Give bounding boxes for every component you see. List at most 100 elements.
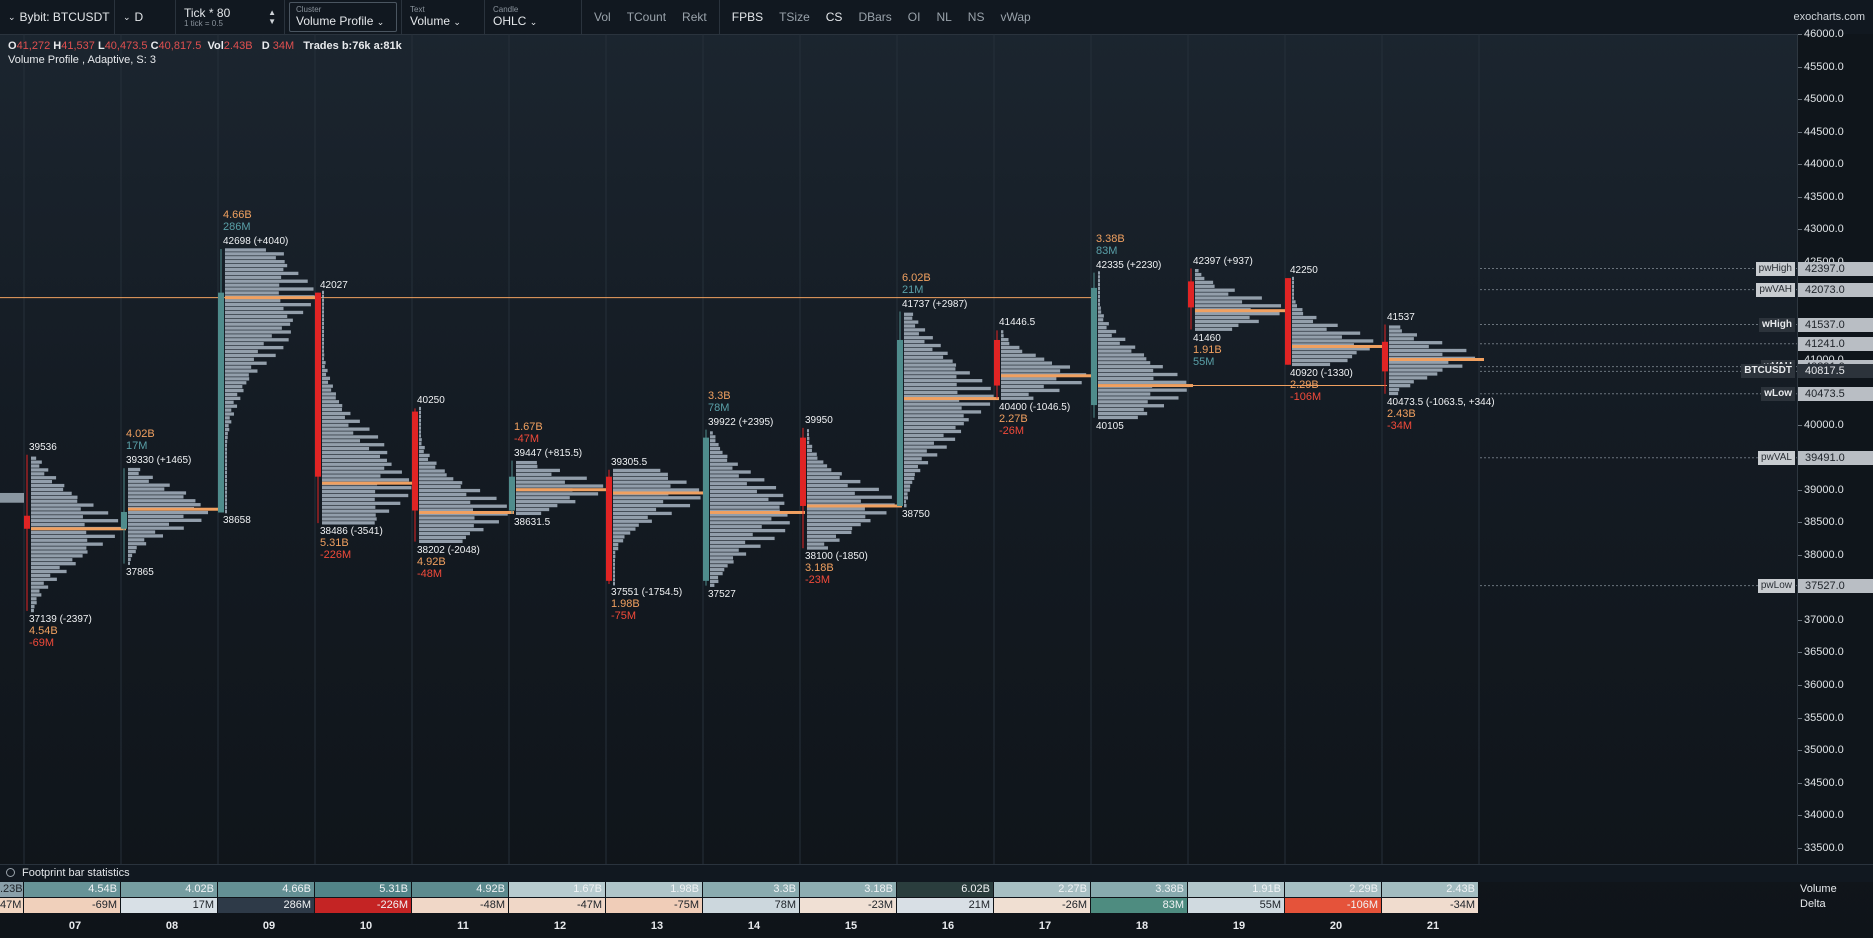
profile-bar xyxy=(904,375,957,379)
stats-volume-cell: .23B xyxy=(0,882,24,897)
profile-bar xyxy=(1098,365,1163,369)
poc-marker xyxy=(807,504,902,508)
profile-bar xyxy=(31,565,60,570)
toggle-vol[interactable]: Vol xyxy=(586,10,619,24)
profile-bar xyxy=(904,371,970,375)
profile-bar xyxy=(322,357,324,361)
profile-bar xyxy=(613,488,700,492)
profile-bar xyxy=(613,546,619,551)
profile-bar xyxy=(419,449,424,454)
cluster-dropdown[interactable]: Cluster Volume Profile ⌄ xyxy=(289,2,397,32)
profile-bar xyxy=(225,451,227,455)
toggle-rekt[interactable]: Rekt xyxy=(674,10,715,24)
level-price-label: 41241.0 xyxy=(1798,336,1873,351)
toggle-vwap[interactable]: vWap xyxy=(992,10,1038,24)
date-label: 07 xyxy=(68,920,82,932)
profile-bar xyxy=(225,478,227,483)
delta-label: -69M xyxy=(29,636,55,649)
trades-value: Trades b:76k a:81k xyxy=(303,40,402,52)
timeframe-selector[interactable]: ⌄ D xyxy=(115,0,176,34)
volume-label: 1.91B xyxy=(1193,343,1222,356)
chart-canvas[interactable] xyxy=(0,34,1797,864)
profile-bar xyxy=(322,380,329,384)
profile-bar xyxy=(225,279,308,283)
profile-bar xyxy=(31,542,103,546)
profile-bar xyxy=(322,493,409,498)
profile-bar xyxy=(322,384,333,388)
profile-bar xyxy=(807,479,861,484)
candle-caption: Candle xyxy=(493,5,519,14)
toggle-tsize[interactable]: TSize xyxy=(771,10,818,24)
toggle-cs[interactable]: CS xyxy=(818,10,851,24)
candle-body xyxy=(1188,281,1194,308)
profile-bar xyxy=(807,515,866,519)
toggle-oi[interactable]: OI xyxy=(900,10,929,24)
toggle-nl[interactable]: NL xyxy=(928,10,959,24)
profile-bar xyxy=(1389,348,1467,353)
stats-delta-cell: 55M xyxy=(1188,898,1285,913)
tick-selector[interactable]: Tick * 80 1 tick = 0.5 ▲ ▼ xyxy=(176,0,285,34)
delta-label: -26M xyxy=(999,424,1025,437)
chevron-up-icon[interactable]: ▲ xyxy=(268,8,276,17)
volume-label: 1.98B xyxy=(611,598,640,611)
settings-icon[interactable] xyxy=(6,868,15,877)
profile-bar xyxy=(904,386,991,391)
price-axis[interactable]: 46000.0 45500.0 45000.0 44500.0 44000.0 43500… xyxy=(1797,28,1873,864)
poc-marker xyxy=(1195,309,1290,313)
tick-stepper[interactable]: ▲ ▼ xyxy=(268,8,276,26)
high-label: 39950 xyxy=(805,414,833,426)
profile-bar xyxy=(613,574,615,578)
symbol-selector[interactable]: ⌄ Bybit: BTCUSDT xyxy=(0,0,115,34)
profile-bar xyxy=(128,483,170,487)
profile-bar xyxy=(710,470,751,474)
profile-bar xyxy=(419,422,421,426)
profile-bar xyxy=(128,467,141,472)
delta-label: -34M xyxy=(1387,419,1413,432)
profile-bar xyxy=(31,573,51,578)
profile-bar xyxy=(225,271,299,276)
profile-bar xyxy=(904,468,921,473)
profile-bar xyxy=(225,377,250,381)
volume-label: 2.29B xyxy=(1290,378,1319,391)
profile-bar xyxy=(1292,319,1314,324)
profile-bar xyxy=(613,578,615,582)
chart-area[interactable]: 39536 37139 (-2397) 4.54B -69M 39330 (+1465)… xyxy=(0,34,1797,864)
stats-row-labels: Volume Delta xyxy=(1800,882,1837,912)
profile-bar xyxy=(613,480,687,484)
profile-bar xyxy=(904,464,918,469)
profile-bar xyxy=(613,535,625,539)
profile-bar xyxy=(419,520,499,524)
profile-bar xyxy=(322,404,343,408)
profile-bar xyxy=(807,476,840,480)
profile-bar xyxy=(322,474,381,478)
candle-dropdown[interactable]: Candle OHLC ⌄ xyxy=(485,0,582,34)
profile-bar xyxy=(807,433,809,437)
profile-bar xyxy=(1195,304,1282,308)
toggle-ns[interactable]: NS xyxy=(960,10,993,24)
toggle-fpbs[interactable]: FPBS xyxy=(724,10,771,24)
profile-bar xyxy=(225,318,293,322)
profile-bar xyxy=(1292,323,1338,328)
profile-bar xyxy=(904,437,956,441)
profile-bar xyxy=(31,569,67,574)
profile-bar xyxy=(807,522,861,527)
profile-bar xyxy=(1292,358,1348,363)
profile-bar xyxy=(419,438,422,442)
profile-bar xyxy=(1195,276,1205,281)
toggle-dbars[interactable]: DBars xyxy=(850,10,899,24)
profile-bar xyxy=(1389,372,1438,376)
text-dropdown[interactable]: Text Volume ⌄ xyxy=(402,0,485,34)
profile-bar xyxy=(1389,384,1411,388)
profile-bar xyxy=(322,372,327,377)
profile-bar xyxy=(225,260,285,264)
profile-bar xyxy=(322,501,401,505)
high-label: 39305.5 xyxy=(611,456,648,468)
volume-label: 2.27B xyxy=(999,412,1028,425)
profile-bar xyxy=(225,338,289,342)
close-value: 40,817.5 xyxy=(158,40,202,52)
delta-label: 21M xyxy=(902,283,924,296)
toggle-tcount[interactable]: TCount xyxy=(619,10,674,24)
profile-bar xyxy=(613,507,657,512)
chevron-down-icon[interactable]: ▼ xyxy=(268,17,276,26)
profile-bar xyxy=(419,492,467,497)
